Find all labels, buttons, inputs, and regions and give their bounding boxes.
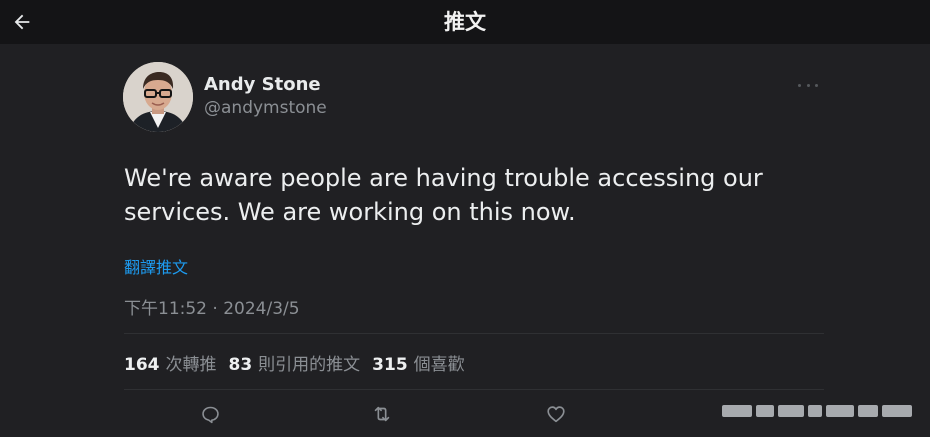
like-button[interactable]	[544, 402, 568, 426]
more-dot-icon	[806, 83, 810, 87]
tweet-timestamp[interactable]: 下午11:52 · 2024/3/5	[124, 294, 300, 319]
reply-button[interactable]	[198, 402, 222, 426]
divider	[124, 333, 824, 334]
more-dot-icon	[798, 83, 801, 87]
divider	[124, 389, 824, 390]
more-dot-icon	[815, 83, 818, 87]
quote-tweets-stat[interactable]: 83 則引用的推文	[229, 350, 361, 375]
quote-tweets-count: 83	[228, 355, 253, 375]
avatar-image	[123, 62, 193, 132]
retweets-stat[interactable]: 164 次轉推	[124, 350, 217, 375]
retweet-icon	[374, 406, 390, 422]
quote-tweets-label: 則引用的推文	[258, 355, 361, 375]
author-handle[interactable]: @andymstone	[204, 98, 327, 118]
retweets-count: 164	[124, 355, 160, 375]
like-icon	[547, 406, 565, 423]
avatar[interactable]	[123, 62, 193, 132]
author-name[interactable]: Andy Stone	[204, 74, 321, 95]
tweet-text: We're aware people are having trouble ac…	[124, 164, 763, 226]
retweets-label: 次轉推	[165, 355, 217, 375]
reply-icon	[201, 406, 219, 423]
page-title: 推文	[444, 10, 486, 34]
likes-count: 315	[372, 355, 408, 375]
top-bar: 推文	[0, 0, 930, 44]
likes-stat[interactable]: 315 個喜歡	[372, 350, 465, 375]
retweet-button[interactable]	[370, 402, 394, 426]
tweet-stats: 164 次轉推 83 則引用的推文 315 個喜歡	[124, 350, 477, 375]
more-options-button[interactable]	[798, 76, 818, 94]
watermark	[722, 396, 918, 426]
translate-tweet-link[interactable]: 翻譯推文	[124, 254, 188, 278]
likes-label: 個喜歡	[413, 355, 465, 375]
